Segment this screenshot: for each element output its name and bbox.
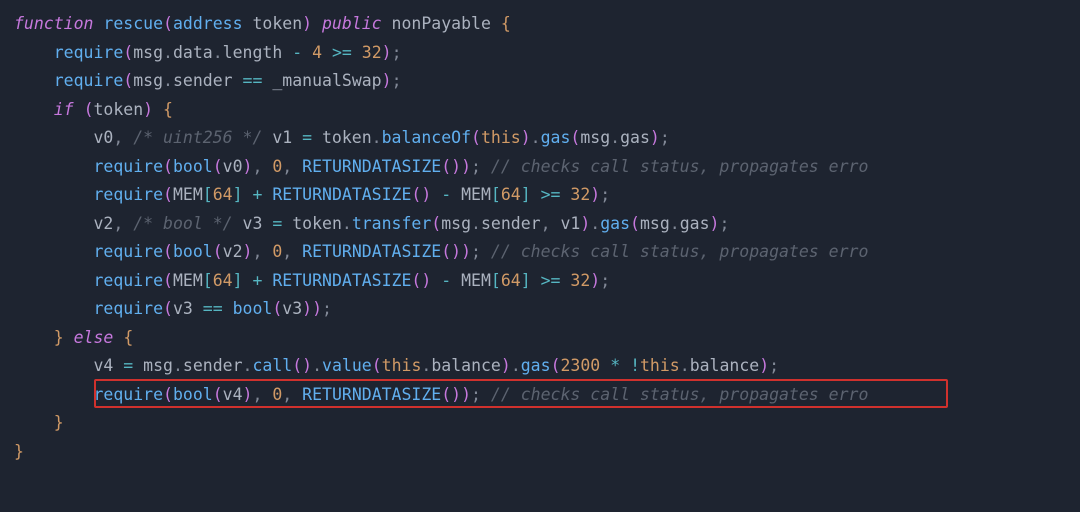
line: require(bool(v2), 0, RETURNDATASIZE()); …: [14, 242, 868, 261]
line: }: [14, 442, 24, 461]
fn-name: rescue: [103, 14, 163, 33]
keyword-function: function: [14, 14, 93, 33]
line: v0, /* uint256 */ v1 = token.balanceOf(t…: [14, 128, 670, 147]
line: function rescue(address token) public no…: [14, 14, 511, 33]
code-editor: function rescue(address token) public no…: [0, 0, 1080, 512]
line: require(msg.data.length - 4 >= 32);: [14, 43, 402, 62]
line: }: [14, 413, 64, 432]
line: require(MEM[64] + RETURNDATASIZE() - MEM…: [14, 271, 610, 290]
line: v2, /* bool */ v3 = token.transfer(msg.s…: [14, 214, 729, 233]
line: require(v3 == bool(v3));: [14, 299, 332, 318]
line: require(MEM[64] + RETURNDATASIZE() - MEM…: [14, 185, 610, 204]
line: require(bool(v0), 0, RETURNDATASIZE()); …: [14, 157, 868, 176]
line: require(bool(v4), 0, RETURNDATASIZE()); …: [14, 385, 868, 404]
code-block: function rescue(address token) public no…: [0, 0, 1080, 476]
line: } else {: [14, 328, 133, 347]
line: require(msg.sender == _manualSwap);: [14, 71, 402, 90]
highlighted-line: v4 = msg.sender.call().value(this.balanc…: [14, 356, 779, 375]
line: if (token) {: [14, 100, 173, 119]
